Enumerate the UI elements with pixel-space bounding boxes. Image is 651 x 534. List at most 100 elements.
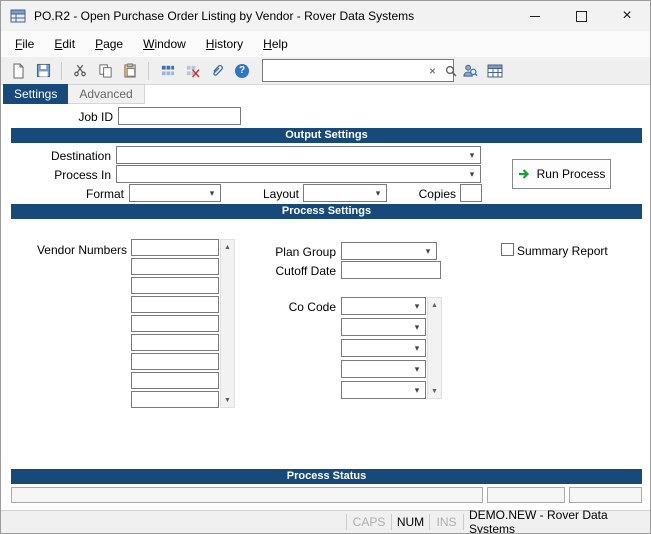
copy-icon[interactable] (96, 62, 114, 80)
vendor-number-field[interactable] (131, 296, 219, 313)
copies-field[interactable] (460, 184, 482, 202)
vendor-number-field[interactable] (131, 258, 219, 275)
layout-dropdown[interactable]: ▾ (303, 184, 387, 202)
app-window: PO.R2 - Open Purchase Order Listing by V… (0, 0, 651, 534)
status-bar: CAPS NUM INS DEMO.NEW - Rover Data Syste… (1, 508, 650, 534)
minimize-button[interactable] (512, 1, 558, 31)
chevron-down-icon: ▾ (414, 363, 420, 374)
menu-edit[interactable]: Edit (44, 32, 85, 56)
toolbar-separator (148, 61, 149, 80)
vendor-number-field[interactable] (131, 353, 219, 370)
job-id-field[interactable] (118, 107, 241, 125)
new-document-icon[interactable] (9, 62, 27, 80)
vendor-numbers-label: Vendor Numbers (36, 243, 127, 257)
menu-bar: File Edit Page Window History Help (1, 31, 650, 57)
output-settings-header: Output Settings (11, 128, 642, 143)
menu-window[interactable]: Window (133, 32, 196, 56)
close-icon: × (622, 7, 632, 24)
user-search-icon[interactable] (461, 62, 479, 80)
title-bar: PO.R2 - Open Purchase Order Listing by V… (1, 1, 650, 32)
window-title: PO.R2 - Open Purchase Order Listing by V… (34, 9, 415, 23)
clear-search-icon[interactable]: × (426, 65, 439, 77)
process-status-field (569, 487, 642, 503)
toolbar: ? × (1, 57, 650, 85)
vendor-number-field[interactable] (131, 372, 219, 389)
destination-dropdown[interactable]: ▾ (116, 146, 481, 164)
summary-report-label: Summary Report (517, 244, 608, 258)
co-code-label: Co Code (288, 300, 336, 314)
tab-advanced[interactable]: Advanced (68, 84, 145, 104)
co-code-scrollbar[interactable]: ▲ ▼ (427, 297, 442, 399)
close-button[interactable]: × (604, 1, 650, 31)
process-status-field (487, 487, 565, 503)
num-indicator: NUM (396, 515, 425, 529)
search-box: × (262, 59, 457, 82)
chevron-down-icon: ▾ (414, 384, 420, 395)
vendor-number-field[interactable] (131, 315, 219, 332)
chevron-down-icon: ▾ (425, 245, 431, 256)
chevron-down-icon: ▾ (469, 149, 475, 160)
tab-settings[interactable]: Settings (3, 84, 69, 104)
maximize-button[interactable] (558, 1, 604, 31)
cutoff-date-label: Cutoff Date (275, 264, 336, 278)
caps-indicator: CAPS (352, 515, 386, 529)
run-process-label: Run Process (536, 167, 606, 181)
vendor-number-field[interactable] (131, 391, 219, 408)
toolbar-separator (61, 61, 62, 80)
process-in-label: Process In (54, 168, 111, 182)
search-input[interactable] (263, 62, 426, 79)
paste-icon[interactable] (121, 62, 139, 80)
chevron-down-icon: ▾ (375, 187, 381, 198)
run-process-button[interactable]: Run Process (512, 159, 611, 189)
co-code-dropdown[interactable]: ▾ (341, 339, 426, 357)
co-code-dropdown[interactable]: ▾ (341, 360, 426, 378)
format-dropdown[interactable]: ▾ (129, 184, 221, 202)
app-icon (10, 9, 26, 23)
vendor-number-field[interactable] (131, 239, 219, 256)
cutoff-date-field[interactable] (341, 261, 441, 279)
session-info: DEMO.NEW - Rover Data Systems (469, 508, 608, 534)
scroll-up-icon[interactable]: ▲ (428, 298, 441, 312)
search-icon[interactable] (443, 65, 461, 77)
chevron-down-icon: ▾ (414, 300, 420, 311)
table-view-icon[interactable] (486, 62, 504, 80)
co-code-dropdown[interactable]: ▾ (341, 318, 426, 336)
process-in-dropdown[interactable]: ▾ (116, 165, 481, 183)
maximize-icon (575, 10, 587, 22)
menu-page[interactable]: Page (85, 32, 133, 56)
attach-icon[interactable] (208, 62, 226, 80)
destination-label: Destination (50, 149, 111, 163)
scroll-down-icon[interactable]: ▼ (221, 393, 234, 407)
chevron-down-icon: ▾ (209, 187, 215, 198)
chevron-down-icon: ▾ (414, 321, 420, 332)
menu-help[interactable]: Help (253, 32, 298, 56)
menu-file[interactable]: File (5, 32, 44, 56)
ins-indicator: INS (436, 515, 457, 529)
co-code-dropdown[interactable]: ▾ (341, 297, 426, 315)
summary-report-checkbox[interactable] (501, 243, 514, 256)
grid-delete-icon[interactable] (183, 62, 201, 80)
run-arrow-icon (518, 169, 529, 179)
minimize-icon (530, 15, 540, 17)
format-label: Format (85, 187, 124, 201)
process-status-message-field (11, 487, 483, 503)
chevron-down-icon: ▾ (414, 342, 420, 353)
save-icon[interactable] (34, 62, 52, 80)
layout-label: Layout (262, 187, 299, 201)
menu-history[interactable]: History (196, 32, 253, 56)
job-id-label: Job ID (78, 110, 113, 124)
co-code-dropdown[interactable]: ▾ (341, 381, 426, 399)
chevron-down-icon: ▾ (469, 168, 475, 179)
vendor-number-field[interactable] (131, 277, 219, 294)
grid-view-icon[interactable] (158, 62, 176, 80)
tab-strip: Settings Advanced (3, 84, 145, 104)
cut-icon[interactable] (71, 62, 89, 80)
process-status-header: Process Status (11, 469, 642, 484)
plan-group-dropdown[interactable]: ▾ (341, 242, 437, 260)
process-settings-header: Process Settings (11, 204, 642, 219)
help-icon[interactable]: ? (233, 62, 251, 80)
scroll-down-icon[interactable]: ▼ (428, 384, 441, 398)
vendor-number-field[interactable] (131, 334, 219, 351)
plan-group-label: Plan Group (275, 245, 336, 259)
copies-label: Copies (418, 187, 456, 201)
